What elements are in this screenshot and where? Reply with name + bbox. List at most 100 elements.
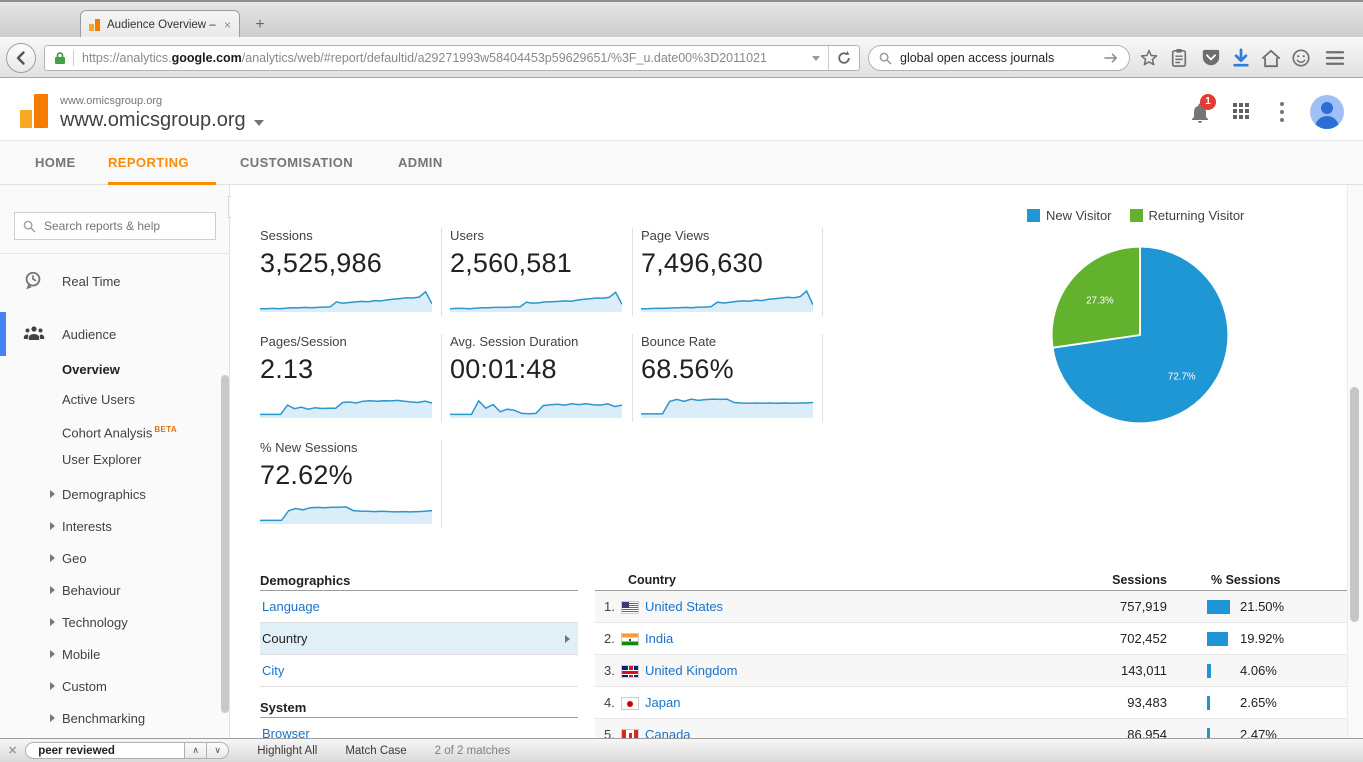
pct-sessions-col-header[interactable]: % Sessions [1211,573,1280,587]
country-col-header[interactable]: Country [628,573,676,587]
country-link[interactable]: Japan [645,687,680,719]
tab-title: Audience Overview – Anal... [107,19,218,31]
find-next-button[interactable]: ∨ [207,742,229,759]
sidebar-divider [0,253,230,254]
flag-in-icon [621,633,639,646]
expand-triangle-icon [50,618,55,626]
nav-home[interactable]: HOME [35,141,76,185]
sidebar-item-real-time[interactable]: Real Time [0,265,230,297]
browser-tab[interactable]: Audience Overview – Anal... × [80,10,240,39]
hamburger-icon [1325,50,1345,66]
findbar-input[interactable] [36,744,195,758]
card-divider [632,228,633,316]
sidebar-item-interests[interactable]: Interests [0,510,230,542]
url-bar[interactable]: https://analytics.google.com/analytics/w… [44,45,860,71]
more-options-button[interactable] [1278,102,1286,122]
sidebar-item-geo[interactable]: Geo [0,542,230,574]
menu-button[interactable] [1322,46,1348,70]
reload-icon [837,51,851,65]
nav-admin[interactable]: ADMIN [398,141,443,185]
legend-returning-visitor: Returning Visitor [1130,208,1245,223]
browser-search-input[interactable] [898,50,1104,66]
demographics-row-language[interactable]: Language [260,591,578,623]
metric-bounce-rate: Bounce Rate 68.56% [641,334,817,418]
google-apps-button[interactable] [1233,103,1251,121]
avg-session-duration-sparkline [450,388,622,418]
pocket-button[interactable] [1198,46,1224,70]
sidebar-item-cohort-analysis[interactable]: Cohort AnalysisBETA [62,418,177,442]
pct-bar [1207,600,1230,614]
reload-button[interactable] [828,46,859,70]
sidebar-item-benchmarking[interactable]: Benchmarking [0,702,230,734]
highlight-all-button[interactable]: Highlight All [257,745,317,757]
system-title: System [260,700,306,715]
browser-search[interactable] [868,45,1130,71]
sidebar-item-behaviour[interactable]: Behaviour [0,574,230,606]
flag-us-icon [621,601,639,614]
back-arrow-icon [13,50,29,66]
bookmark-star-button[interactable] [1136,46,1162,70]
demographics-row-city[interactable]: City [260,655,578,687]
demographics-row-country[interactable]: Country [260,623,578,655]
ssl-lock-icon [53,51,67,65]
search-go-icon[interactable] [1104,52,1119,64]
expand-triangle-icon [50,714,55,722]
sidebar-search-input[interactable] [42,218,207,234]
downloads-button[interactable] [1228,46,1254,70]
nav-reporting[interactable]: REPORTING [108,141,189,185]
avatar[interactable] [1310,95,1344,129]
nav-customisation[interactable]: CUSTOMISATION [240,141,353,185]
sidebar-item-custom[interactable]: Custom [0,670,230,702]
tab-close-icon[interactable]: × [224,18,231,32]
back-button[interactable] [6,43,36,73]
legend-new-visitor: New Visitor [1027,208,1112,223]
ga-favicon-icon [89,19,101,31]
home-button[interactable] [1258,46,1284,70]
country-link[interactable]: United States [645,591,723,623]
new-tab-button[interactable]: + [248,14,272,36]
metric-new-sessions: % New Sessions 72.62% [260,440,436,524]
sidebar-item-overview[interactable]: Overview [62,358,120,382]
home-icon [1261,49,1281,68]
flag-jp-icon [621,697,639,710]
visitor-pie-chart: 72.7% 27.3% [1047,242,1233,428]
flag-gb-icon [621,665,639,678]
page-scrollbar-thumb[interactable] [1350,387,1359,622]
legend-swatch-blue [1027,209,1040,222]
country-link[interactable]: United Kingdom [645,655,738,687]
pie-label-returning: 27.3% [1086,295,1114,306]
country-row-japan: 4. Japan 93,483 2.65% [595,687,1355,719]
sidebar-scrollbar[interactable] [221,375,229,713]
country-link[interactable]: India [645,623,673,655]
sidebar-item-user-explorer[interactable]: User Explorer [62,448,141,472]
pct-bar [1207,664,1211,678]
findbar-field[interactable] [25,742,185,759]
url-text[interactable]: https://analytics.google.com/analytics/w… [82,51,804,65]
url-dropdown-icon[interactable] [812,56,820,61]
findbar-close-icon[interactable]: ✕ [8,744,17,757]
expand-triangle-icon [50,682,55,690]
metric-sessions: Sessions 3,525,986 [260,228,436,312]
reading-list-button[interactable] [1166,46,1192,70]
metric-page-views: Page Views 7,496,630 [641,228,817,312]
sessions-col-header[interactable]: Sessions [1047,573,1167,587]
card-divider [632,334,633,422]
sidebar-item-audience[interactable]: Audience [0,318,230,350]
browser-window: Audience Overview – Anal... × + https://… [0,0,1363,762]
country-row-united-kingdom: 3. United Kingdom 143,011 4.06% [595,655,1355,687]
ga-nav [0,141,1363,185]
expand-triangle-icon [50,490,55,498]
match-case-button[interactable]: Match Case [345,745,406,757]
sidebar-item-mobile[interactable]: Mobile [0,638,230,670]
star-icon [1139,48,1159,68]
account-selector[interactable]: www.omicsgroup.org [60,109,264,132]
metric-avg-session-duration: Avg. Session Duration 00:01:48 [450,334,626,418]
share-feedback-button[interactable] [1288,46,1314,70]
sidebar-search[interactable] [14,212,216,240]
beta-badge: BETA [154,425,177,434]
find-previous-button[interactable]: ∧ [185,742,207,759]
chevron-down-icon [254,120,264,126]
sidebar-item-technology[interactable]: Technology [0,606,230,638]
sidebar-item-active-users[interactable]: Active Users [62,388,135,412]
sidebar-item-demographics[interactable]: Demographics [0,478,230,510]
